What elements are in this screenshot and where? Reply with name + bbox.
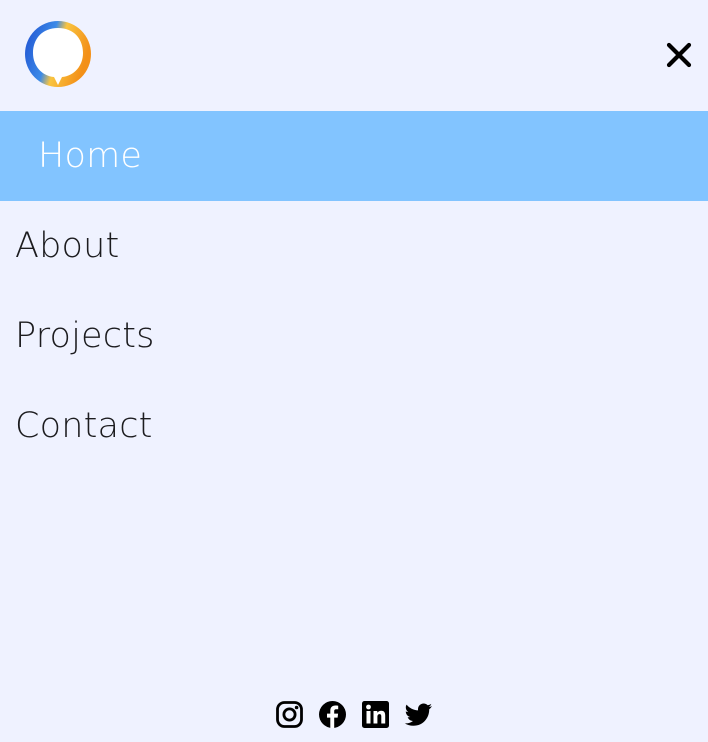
facebook-icon [319,701,346,728]
nav-item-label: Projects [15,316,155,356]
close-menu-button[interactable] [662,38,696,72]
nav-item-home[interactable]: Home [0,111,708,201]
nav-item-about[interactable]: About [0,201,708,291]
close-icon [666,42,692,68]
linkedin-icon [362,701,389,728]
linkedin-link[interactable] [361,700,390,729]
instagram-link[interactable] [275,700,304,729]
logo[interactable] [22,21,94,89]
social-links [0,700,708,732]
facebook-link[interactable] [318,700,347,729]
speech-bubble-logo-icon [25,21,91,87]
instagram-icon [276,701,303,728]
twitter-icon [404,703,432,726]
nav-item-projects[interactable]: Projects [0,291,708,381]
nav-item-label: About [15,226,120,266]
menu-header [0,0,708,111]
nav-item-label: Home [38,136,143,176]
nav-item-contact[interactable]: Contact [0,381,708,471]
mobile-menu-screen: Home About Projects Contact [0,0,708,742]
nav-item-label: Contact [15,406,153,446]
twitter-link[interactable] [404,700,433,729]
main-nav: Home About Projects Contact [0,111,708,471]
